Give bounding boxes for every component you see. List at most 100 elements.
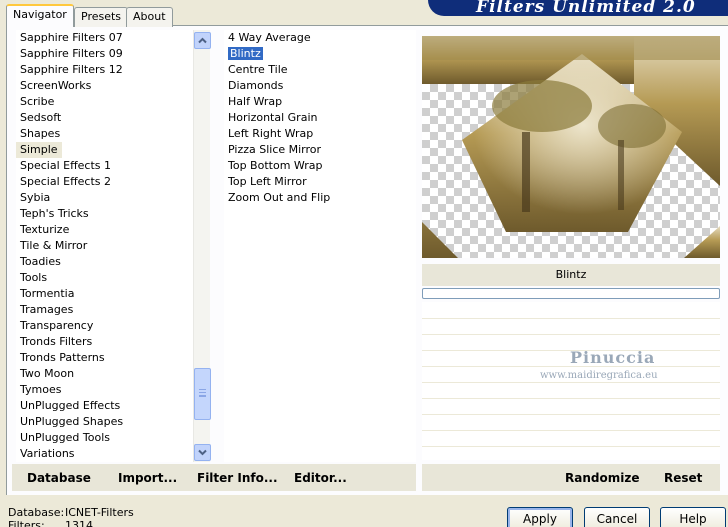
category-list[interactable]: Sapphire Filters 07 Sapphire Filters 09 Sa… <box>16 30 194 462</box>
title-banner: Filters Unlimited 2.0 <box>428 0 728 16</box>
category-scrollbar[interactable] <box>193 30 211 462</box>
category-item[interactable]: Variations <box>16 446 194 462</box>
category-item-label: Tramages <box>20 303 74 316</box>
status-database-label: Database: <box>8 506 65 519</box>
category-item[interactable]: ScreenWorks <box>16 78 194 94</box>
category-item[interactable]: Sybia <box>16 190 194 206</box>
filter-item[interactable]: Top Bottom Wrap <box>224 158 416 174</box>
filter-item[interactable]: Blintz <box>224 46 416 62</box>
category-item[interactable]: Tronds Filters <box>16 334 194 350</box>
tab-about[interactable]: About <box>126 7 173 27</box>
category-item-label: Shapes <box>20 127 61 140</box>
category-item[interactable]: UnPlugged Shapes <box>16 414 194 430</box>
category-item[interactable]: Special Effects 2 <box>16 174 194 190</box>
category-item[interactable]: Tools <box>16 270 194 286</box>
database-button[interactable]: Database <box>27 471 91 485</box>
category-item-label: Tronds Patterns <box>20 351 105 364</box>
filter-item-label: Horizontal Grain <box>228 111 318 124</box>
filter-item[interactable]: Centre Tile <box>224 62 416 78</box>
category-item[interactable]: Shapes <box>16 126 194 142</box>
filter-item[interactable]: 4 Way Average <box>224 30 416 46</box>
grip-icon <box>199 389 206 397</box>
category-item[interactable]: Sedsoft <box>16 110 194 126</box>
chevron-up-icon <box>198 37 207 44</box>
help-button[interactable]: Help <box>660 507 726 527</box>
category-item[interactable]: Tile & Mirror <box>16 238 194 254</box>
category-item-label: UnPlugged Shapes <box>20 415 124 428</box>
watermark-url: www.maidiregrafica.eu <box>540 370 658 381</box>
status-filters-value: 1314 <box>65 519 93 527</box>
title-text: Filters Unlimited 2.0 <box>476 0 696 16</box>
category-item[interactable]: UnPlugged Effects <box>16 398 194 414</box>
category-item-label: Scribe <box>20 95 55 108</box>
parameter-area <box>422 302 720 460</box>
filter-item[interactable]: Top Left Mirror <box>224 174 416 190</box>
category-item-label: Tronds Filters <box>20 335 93 348</box>
filter-item-label: Blintz <box>228 47 263 60</box>
category-item[interactable]: Teph's Tricks <box>16 206 194 222</box>
category-item-label: Texturize <box>20 223 70 236</box>
filter-item[interactable]: Pizza Slice Mirror <box>224 142 416 158</box>
category-item[interactable]: Tormentia <box>16 286 194 302</box>
filter-item[interactable]: Diamonds <box>224 78 416 94</box>
category-item[interactable]: Tramages <box>16 302 194 318</box>
cancel-button[interactable]: Cancel <box>584 507 650 527</box>
category-item[interactable]: Sapphire Filters 09 <box>16 46 194 62</box>
filter-item-label: Diamonds <box>228 79 284 92</box>
tab-presets[interactable]: Presets <box>74 7 129 27</box>
parameter-row-divider <box>422 318 720 319</box>
filter-item-label: Top Left Mirror <box>228 175 307 188</box>
filter-item[interactable]: Left Right Wrap <box>224 126 416 142</box>
import-button[interactable]: Import... <box>118 471 177 485</box>
category-item-label: Teph's Tricks <box>20 207 89 220</box>
category-item-label: Tormentia <box>20 287 75 300</box>
status-filters-label: Filters: <box>8 519 45 527</box>
reset-button[interactable]: Reset <box>664 471 702 485</box>
preview-filter-name: Blintz <box>422 264 720 286</box>
randomize-button[interactable]: Randomize <box>565 471 639 485</box>
status-database-value: ICNET-Filters <box>65 506 134 519</box>
scroll-down-button[interactable] <box>194 444 211 461</box>
category-item[interactable]: Simple <box>16 142 62 158</box>
filter-list[interactable]: 4 Way Average Blintz Centre Tile Diamonds Ha… <box>224 30 416 462</box>
category-item[interactable]: UnPlugged Tools <box>16 430 194 446</box>
category-item-label: Sedsoft <box>20 111 62 124</box>
preview-image <box>422 36 720 258</box>
preview-artwork <box>422 36 720 258</box>
scroll-up-button[interactable] <box>194 32 211 49</box>
category-item-label: Sybia <box>20 191 51 204</box>
category-item[interactable]: Sapphire Filters 12 <box>16 62 194 78</box>
category-item-label: Tile & Mirror <box>20 239 88 252</box>
category-item-label: Sapphire Filters 12 <box>20 63 123 76</box>
filter-item-label: Half Wrap <box>228 95 283 108</box>
editor-button[interactable]: Editor... <box>294 471 347 485</box>
filter-item[interactable]: Zoom Out and Flip <box>224 190 416 206</box>
apply-button[interactable]: Apply <box>507 507 573 527</box>
tab-navigator[interactable]: Navigator <box>6 4 74 27</box>
category-item[interactable]: Transparency <box>16 318 194 334</box>
category-item-label: Sapphire Filters 09 <box>20 47 123 60</box>
category-item[interactable]: Two Moon <box>16 366 194 382</box>
category-item-label: Two Moon <box>20 367 75 380</box>
category-item-label: Special Effects 2 <box>20 175 112 188</box>
filter-item-label: Left Right Wrap <box>228 127 314 140</box>
parameter-row-divider <box>422 398 720 399</box>
filter-item[interactable]: Half Wrap <box>224 94 416 110</box>
category-item[interactable]: Toadies <box>16 254 194 270</box>
scroll-thumb[interactable] <box>194 368 211 420</box>
filter-info-button[interactable]: Filter Info... <box>197 471 278 485</box>
progress-bar <box>422 288 720 299</box>
parameter-row-divider <box>422 430 720 431</box>
filter-item[interactable]: Horizontal Grain <box>224 110 416 126</box>
category-item[interactable]: Tronds Patterns <box>16 350 194 366</box>
category-item[interactable]: Tymoes <box>16 382 194 398</box>
category-item[interactable]: Scribe <box>16 94 194 110</box>
category-item[interactable]: Sapphire Filters 07 <box>16 30 194 46</box>
category-item-label: UnPlugged Tools <box>20 431 110 444</box>
parameter-row-divider <box>422 414 720 415</box>
category-item[interactable]: Texturize <box>16 222 194 238</box>
status-filters: Filters: 1314 <box>8 519 93 527</box>
category-item-label: Variations <box>20 447 75 460</box>
filter-item-label: Zoom Out and Flip <box>228 191 331 204</box>
category-item[interactable]: Special Effects 1 <box>16 158 194 174</box>
